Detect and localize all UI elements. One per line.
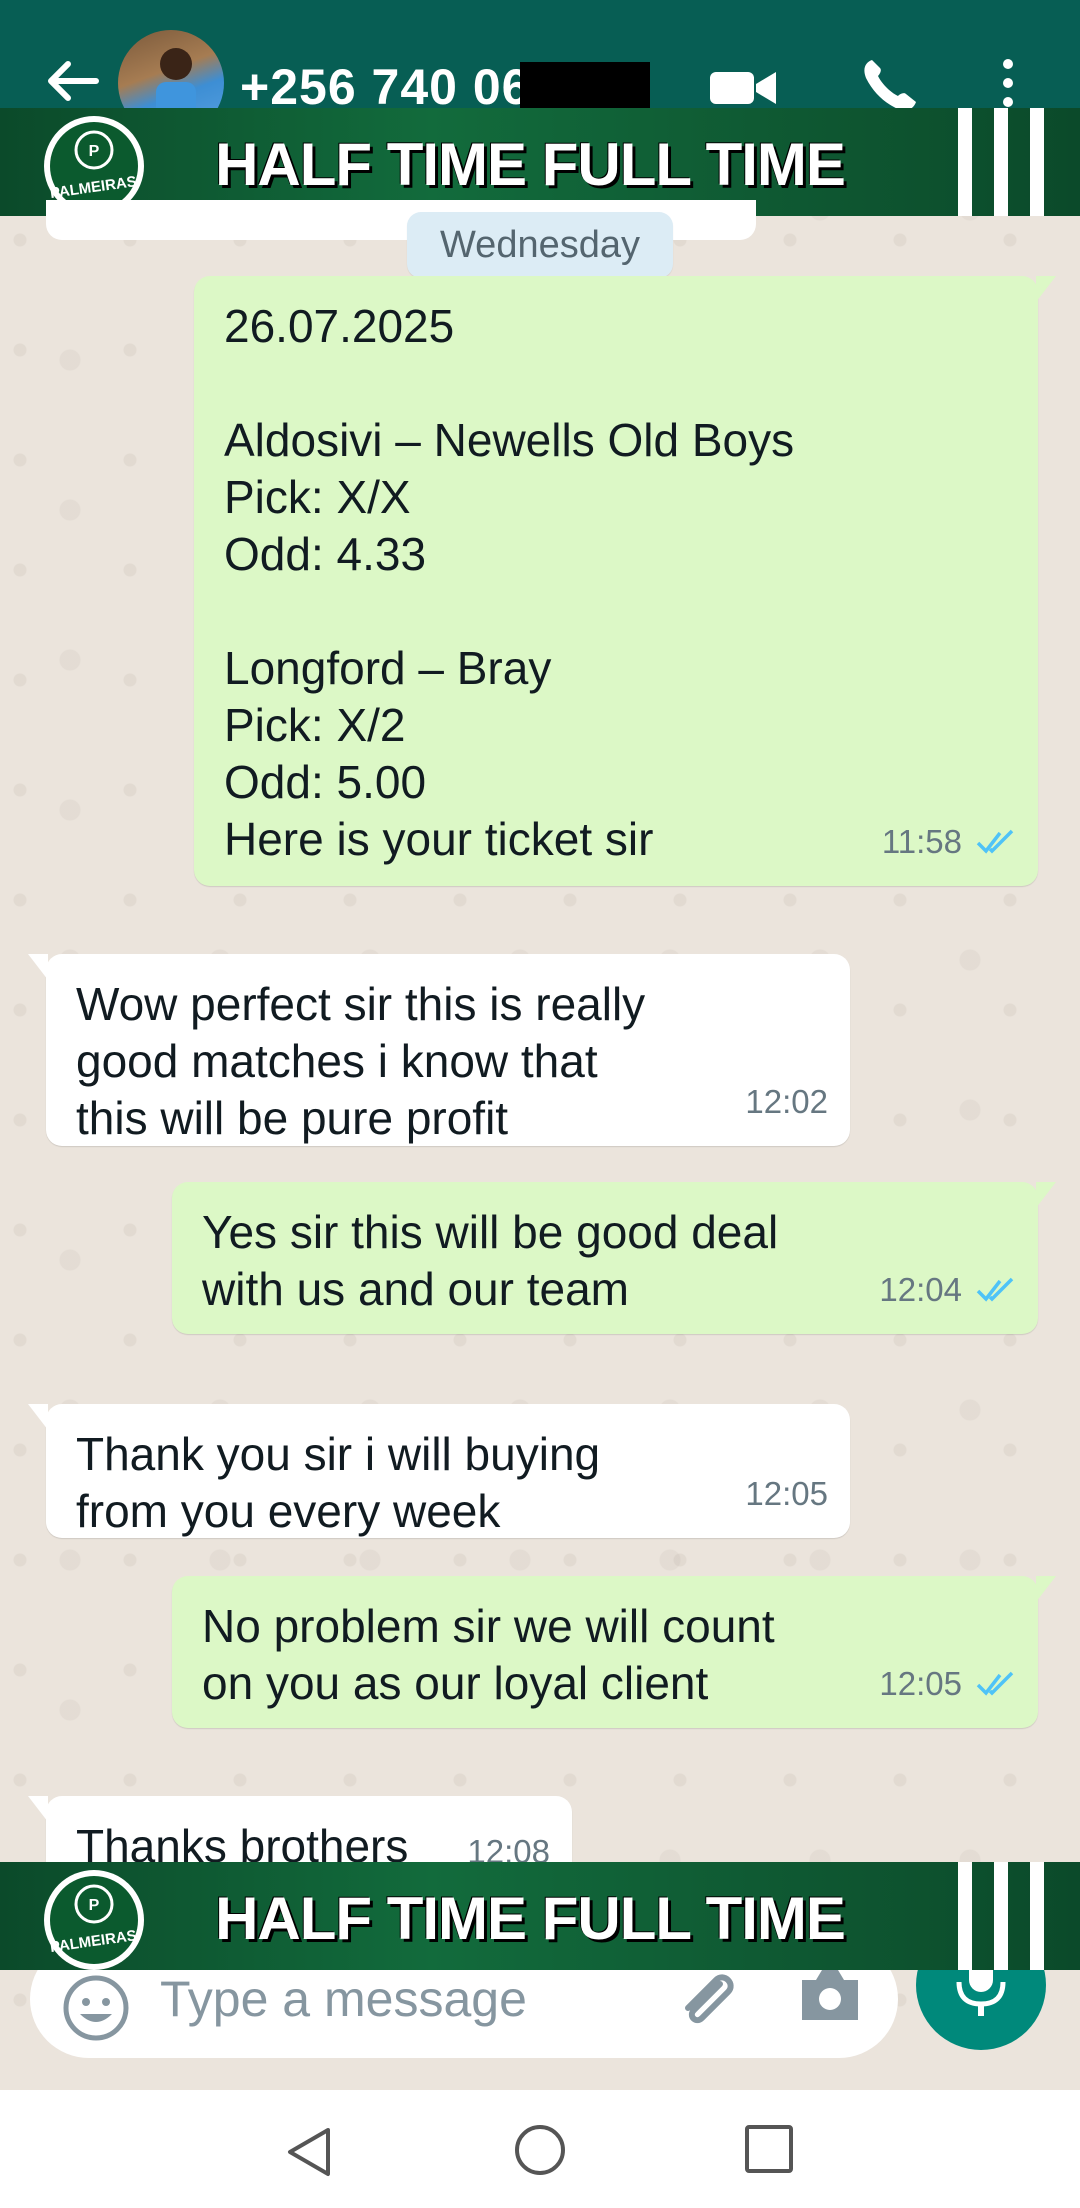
back-arrow-icon[interactable] [42,56,102,106]
bubble-tail [1036,276,1056,302]
message-time: 12:05 [879,1665,962,1702]
message-text: Wow perfect sir this is really [76,978,646,1030]
message-meta: 12:04 [879,1261,1016,1318]
bubble-tail [1036,1576,1056,1602]
banner-stripes [958,1862,1044,1970]
message-text: Aldosivi – Newells Old Boys [224,414,795,466]
read-ticks-icon [976,1277,1014,1302]
more-vert-icon[interactable] [1000,58,1016,108]
phone-icon[interactable] [860,56,920,112]
emoji-icon[interactable] [60,1972,132,2044]
message-time: 11:58 [881,823,962,860]
camera-icon[interactable] [798,1966,862,2022]
redaction-bar [520,62,650,108]
message-text: Longford – Bray [224,642,552,694]
bubble-tail [28,954,48,980]
date-separator: Wednesday [407,212,673,278]
message-text: from you every week [76,1485,501,1537]
bubble-tail [1036,1182,1056,1208]
message-meta: 12:05 [879,1655,1016,1712]
attach-icon[interactable] [670,1964,744,2038]
message-time: 12:05 [745,1475,828,1512]
message-text: Thank you sir i will buying [76,1428,601,1480]
message-text [224,583,1008,640]
message-meta: 12:02 [745,1073,828,1130]
message-text: good matches i know that [76,1035,598,1087]
bubble-tail [28,1404,48,1430]
message-text: 26.07.2025 [224,300,455,352]
banner-title: HALF TIME FULL TIME [215,131,846,198]
message-meta: 12:05 [745,1465,828,1522]
message-bubble-outgoing[interactable]: Yes sir this will be good deal with us a… [172,1182,1056,1334]
message-text: Pick: X/2 [224,699,406,751]
message-text [224,355,1008,412]
chat-header: +256 740 06 [0,0,1080,136]
read-ticks-icon [976,829,1014,854]
message-bubble-incoming[interactable]: Thank you sir i will buying from you eve… [28,1404,850,1538]
nav-home-icon[interactable] [512,2122,568,2178]
message-bubble-outgoing[interactable]: No problem sir we will count on you as o… [172,1576,1056,1728]
read-ticks-icon [976,1671,1014,1696]
promo-banner-bottom: P PALMEIRAS HALF TIME FULL TIME [0,1862,1080,1970]
message-text: Yes sir this will be good deal [202,1206,779,1258]
message-meta: 11:58 [882,813,1016,870]
nav-back-icon[interactable] [282,2124,338,2180]
message-text: this will be pure profit [76,1092,509,1144]
message-text: No problem sir we will count [202,1600,775,1652]
message-text: Pick: X/X [224,471,411,523]
message-time: 12:02 [745,1083,828,1120]
message-bubble-incoming[interactable]: Wow perfect sir this is really good matc… [28,954,850,1146]
system-nav-bar [0,2090,1080,2208]
video-call-icon[interactable] [708,66,778,110]
banner-stripes [958,108,1044,216]
banner-title: HALF TIME FULL TIME [215,1885,846,1952]
message-text: Odd: 5.00 [224,756,427,808]
message-text: Odd: 4.33 [224,528,427,580]
nav-recents-icon[interactable] [744,2124,794,2174]
message-time: 12:04 [879,1271,962,1308]
message-input[interactable]: Type a message [160,1970,527,2028]
bubble-tail [28,1796,48,1822]
message-bubble-outgoing[interactable]: 26.07.2025 Aldosivi – Newells Old Boys P… [194,276,1056,886]
